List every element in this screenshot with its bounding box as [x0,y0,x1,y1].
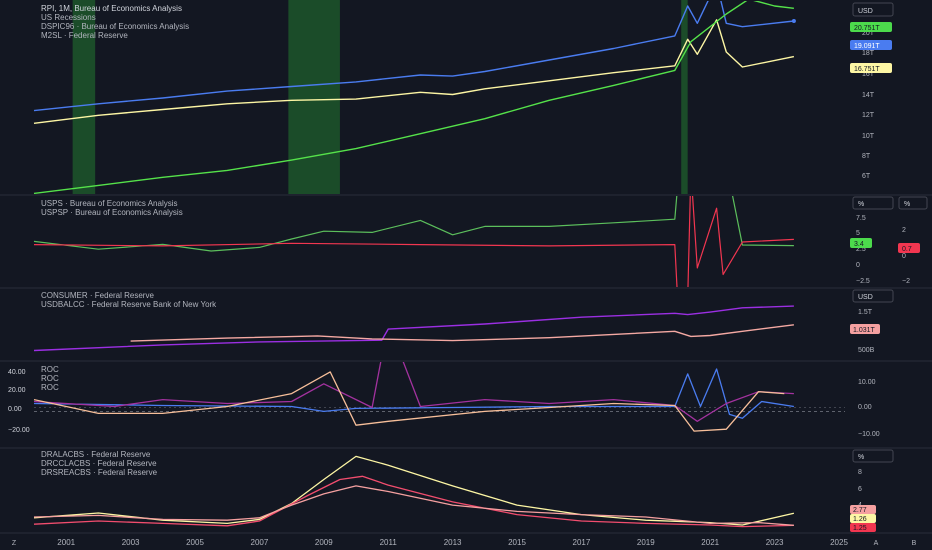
series-line-consumer [33,305,794,352]
x-tick-label: 2017 [573,538,591,547]
legend-m2sl: M2SL · Federal Reserve [41,31,128,40]
main-title: RPI, 1M, Bureau of Economics Analysis [41,4,182,13]
scale-button-pct-label: % [858,454,864,461]
last-value-dot [791,18,796,23]
y-tick-label: 12T [862,112,875,119]
y-tick-label: 8T [862,153,871,160]
price-badge-label: 3.4 [854,241,864,248]
chart-canvas: RPI, 1M, Bureau of Economics AnalysisUS … [0,0,932,547]
y-tick-label: −10.00 [858,431,880,438]
y-tick-label: 8 [858,469,862,476]
legend-roc-2: ROC [41,374,59,383]
legend-consumer: CONSUMER · Federal Reserve [41,291,154,300]
y-tick-label: 500B [858,347,875,354]
log-scale-button[interactable]: B [912,540,917,547]
x-tick-label: 2019 [637,538,655,547]
legend-roc-1: ROC [41,365,59,374]
auto-scale-button[interactable]: A [874,540,879,547]
legend-drsreacbs: DRSREACBS · Federal Reserve [41,468,158,477]
legend-usdbalcc: USDBALCC · Federal Reserve Bank of New Y… [41,300,217,309]
price-badge-label: 2.77 [853,507,867,514]
y-tick-label: −2 [902,278,910,285]
y-tick-label: 6T [862,173,871,180]
y-tick-label: 10T [862,133,875,140]
y-tick-label-left: −20.00 [8,427,30,434]
x-tick-label: 2007 [251,538,269,547]
series-line-roc-1 [33,368,794,419]
price-badge-label: 1.031T [853,327,876,334]
scale-button-usd-label: USD [858,8,873,15]
legend-roc-3: ROC [41,383,59,392]
y-tick-label: 0.00 [858,404,872,411]
price-badge-label: 19.091T [854,43,880,50]
legend-dralacbs: DRALACBS · Federal Reserve [41,450,151,459]
x-tick-label: 2015 [508,538,526,547]
y-tick-label: 7.5 [856,215,866,222]
y-tick-label-left: 20.00 [8,387,26,394]
x-tick-label: 2003 [122,538,140,547]
x-tick-label: 2001 [57,538,75,547]
legend-us-recessions: US Recessions [41,13,96,22]
y-tick-label: 14T [862,92,875,99]
scale-button-pct-right-label: % [904,201,910,208]
y-tick-label: 5 [856,230,860,237]
y-tick-label: 0 [856,262,860,269]
legend-usps: USPS · Bureau of Economics Analysis [41,199,178,208]
price-badge-label: 1.25 [853,525,867,532]
y-tick-label: 6 [858,486,862,493]
y-tick-label: 2 [902,227,906,234]
legend-drcclacbs: DRCCLACBS · Federal Reserve [41,459,157,468]
x-tick-label: 2005 [186,538,204,547]
x-tick-label: 2011 [380,538,398,547]
price-badge-label: 20.751T [854,25,880,32]
timezone-button[interactable]: Z [12,540,17,547]
series-line-usdbalcc [130,324,794,342]
scale-button-usd-label: USD [858,294,873,301]
price-badge-label: 1.26 [853,516,867,523]
x-tick-label: 2023 [766,538,784,547]
recession-band [681,0,688,194]
y-tick-label: 10.00 [858,379,876,386]
scale-button-pct-label: % [858,201,864,208]
price-badge-label: 0.7 [902,246,912,253]
legend-uspsp: USPSP · Bureau of Economics Analysis [41,208,183,217]
x-tick-label: 2013 [444,538,462,547]
price-badge-label: 16.751T [854,66,880,73]
y-tick-label-left: 40.00 [8,369,26,376]
y-tick-label: −2.5 [856,278,870,285]
series-line-usps [33,196,794,252]
x-tick-label: 2025 [830,538,848,547]
series-line-roc-2 [33,362,794,422]
y-tick-label: 18T [862,50,875,57]
y-tick-label-left: 0.00 [8,406,22,413]
recession-band [288,0,340,194]
y-tick-label: 1.5T [858,309,873,316]
y-tick-label: 0 [902,253,906,260]
x-tick-label: 2021 [701,538,719,547]
series-line-dspic96 [33,19,795,124]
legend-dspic96: DSPIC96 · Bureau of Economics Analysis [41,22,189,31]
x-tick-label: 2009 [315,538,333,547]
